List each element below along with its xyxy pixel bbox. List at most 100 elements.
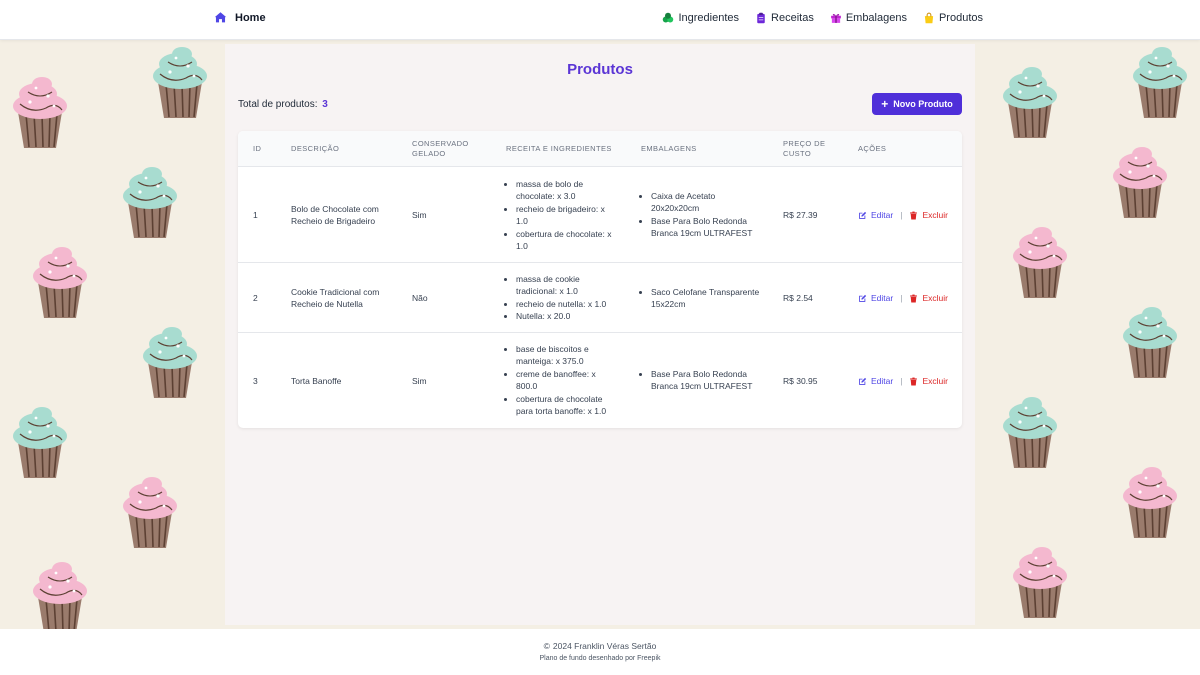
- header-receita: Receita e Ingredientes: [506, 144, 612, 153]
- header-preco-line2: Custo: [783, 149, 812, 158]
- table-row: 3 Torta Banoffe Sim base de biscoitos e …: [238, 333, 962, 428]
- new-product-label: Novo Produto: [893, 99, 953, 109]
- table-row: 2 Cookie Tradicional com Recheio de Nute…: [238, 263, 962, 333]
- cell-descricao: Bolo de Chocolate com Recheio de Brigade…: [291, 204, 379, 227]
- cell-descricao: Cookie Tradicional com Recheio de Nutell…: [291, 287, 380, 310]
- total-products: Total de produtos: 3: [238, 99, 328, 110]
- cell-acoes: Editar | Excluir: [858, 375, 948, 387]
- header-id: ID: [253, 144, 262, 153]
- content-panel: Produtos Total de produtos: 3 + Novo Pro…: [225, 44, 975, 625]
- header-preco: Preço de Custo: [783, 139, 825, 159]
- cell-conservado: Sim: [412, 210, 427, 220]
- header-conservado-line1: Conservado: [412, 139, 469, 148]
- delete-label: Excluir: [922, 376, 948, 386]
- packaging-item: Base Para Bolo Redonda Branca 19cm ULTRA…: [651, 368, 763, 393]
- table-header: ID Descrição Conservado Gelado Receita e…: [238, 131, 962, 167]
- home-icon: [214, 12, 227, 23]
- cell-id: 3: [253, 376, 258, 386]
- ingredient-item: recheio de brigadeiro: x 1.0: [516, 203, 618, 228]
- header-descricao: Descrição: [291, 144, 340, 153]
- leaf-icon: [663, 12, 674, 23]
- cell-preco: R$ 30.95: [783, 376, 818, 386]
- edit-button[interactable]: Editar: [858, 375, 893, 387]
- cell-acoes: Editar | Excluir: [858, 209, 948, 221]
- cell-embalagens: Base Para Bolo Redonda Branca 19cm ULTRA…: [641, 368, 763, 393]
- delete-label: Excluir: [922, 293, 948, 303]
- header-acoes: Ações: [858, 144, 887, 153]
- nav-link-label: Embalagens: [845, 12, 907, 24]
- navbar: Home Ingredientes Receitas Embalagens Pr…: [0, 0, 1200, 40]
- nav-link-ingredientes[interactable]: Ingredientes: [662, 12, 739, 24]
- footer-copyright: © 2024 Franklin Véras Sertão: [0, 641, 1200, 651]
- ingredient-item: creme de banoffee: x 800.0: [516, 368, 618, 393]
- delete-button[interactable]: Excluir: [909, 375, 948, 387]
- total-count: 3: [322, 99, 328, 110]
- cell-conservado: Sim: [412, 376, 427, 386]
- plus-icon: +: [881, 97, 889, 111]
- nav-link-label: Produtos: [938, 12, 983, 24]
- footer-credit: Plano de fundo desenhado por Freepik: [539, 655, 661, 662]
- cell-ingredientes: massa de cookie tradicional: x 1.0 reche…: [506, 273, 618, 323]
- action-separator: |: [900, 293, 903, 303]
- cell-preco: R$ 27.39: [783, 210, 818, 220]
- delete-label: Excluir: [922, 210, 948, 220]
- nav-link-receitas[interactable]: Receitas: [755, 12, 814, 24]
- action-separator: |: [900, 210, 903, 220]
- cell-embalagens: Saco Celofane Transparente 15x22cm: [641, 286, 763, 311]
- nav-link-embalagens[interactable]: Embalagens: [830, 12, 907, 24]
- nav-link-label: Receitas: [771, 12, 814, 24]
- packaging-item: Caixa de Acetato 20x20x20cm: [651, 190, 763, 215]
- action-separator: |: [900, 376, 903, 386]
- nav-links: Ingredientes Receitas Embalagens Produto…: [662, 12, 983, 24]
- cell-preco: R$ 2.54: [783, 293, 813, 303]
- edit-button[interactable]: Editar: [858, 292, 893, 304]
- nav-home-link[interactable]: Home: [214, 11, 266, 24]
- nav-link-produtos[interactable]: Produtos: [923, 12, 983, 24]
- delete-button[interactable]: Excluir: [909, 209, 948, 221]
- cell-conservado: Não: [412, 293, 428, 303]
- edit-icon: [859, 211, 867, 219]
- edit-label: Editar: [871, 293, 894, 303]
- cell-embalagens: Caixa de Acetato 20x20x20cm Base Para Bo…: [641, 190, 763, 240]
- edit-icon: [859, 294, 867, 302]
- gift-icon: [830, 14, 841, 23]
- ingredient-item: Nutella: x 20.0: [516, 310, 618, 322]
- trash-icon: [910, 211, 918, 220]
- page-title: Produtos: [567, 61, 633, 78]
- edit-label: Editar: [871, 210, 894, 220]
- cell-ingredientes: base de biscoitos e manteiga: x 375.0 cr…: [506, 343, 618, 417]
- cell-acoes: Editar | Excluir: [858, 292, 948, 304]
- cell-descricao: Torta Banoffe: [291, 376, 342, 386]
- clipboard-icon: [757, 12, 765, 24]
- new-product-button[interactable]: + Novo Produto: [872, 93, 962, 115]
- cell-id: 2: [253, 293, 258, 303]
- ingredient-item: recheio de nutella: x 1.0: [516, 298, 618, 310]
- shopping-bag-icon: [924, 12, 934, 24]
- packaging-item: Base Para Bolo Redonda Branca 19cm ULTRA…: [651, 215, 763, 240]
- ingredient-item: cobertura de chocolate: x 1.0: [516, 228, 618, 253]
- edit-label: Editar: [871, 376, 894, 386]
- copyright-text: 2024 Franklin Véras Sertão: [552, 641, 657, 651]
- nav-home-label: Home: [235, 11, 266, 24]
- header-embalagens: Embalagens: [641, 144, 697, 153]
- table-row: 1 Bolo de Chocolate com Recheio de Briga…: [238, 167, 962, 263]
- delete-button[interactable]: Excluir: [909, 292, 948, 304]
- trash-icon: [910, 377, 918, 386]
- products-table: ID Descrição Conservado Gelado Receita e…: [238, 131, 962, 428]
- ingredient-item: massa de bolo de chocolate: x 3.0: [516, 178, 618, 203]
- trash-icon: [910, 294, 918, 303]
- total-label: Total de produtos:: [238, 99, 318, 110]
- footer: © 2024 Franklin Véras Sertão Plano de fu…: [0, 629, 1200, 675]
- nav-link-label: Ingredientes: [678, 12, 740, 24]
- edit-button[interactable]: Editar: [858, 209, 893, 221]
- packaging-item: Saco Celofane Transparente 15x22cm: [651, 286, 763, 311]
- copyright-icon: ©: [543, 641, 550, 651]
- ingredient-item: base de biscoitos e manteiga: x 375.0: [516, 343, 618, 368]
- header-conservado-line2: Gelado: [412, 149, 446, 158]
- ingredient-item: cobertura de chocolate para torta banoff…: [516, 393, 618, 418]
- edit-icon: [859, 377, 867, 385]
- ingredient-item: massa de cookie tradicional: x 1.0: [516, 273, 618, 298]
- header-conservado: Conservado Gelado: [412, 139, 469, 159]
- cell-id: 1: [253, 210, 258, 220]
- cell-ingredientes: massa de bolo de chocolate: x 3.0 rechei…: [506, 178, 618, 252]
